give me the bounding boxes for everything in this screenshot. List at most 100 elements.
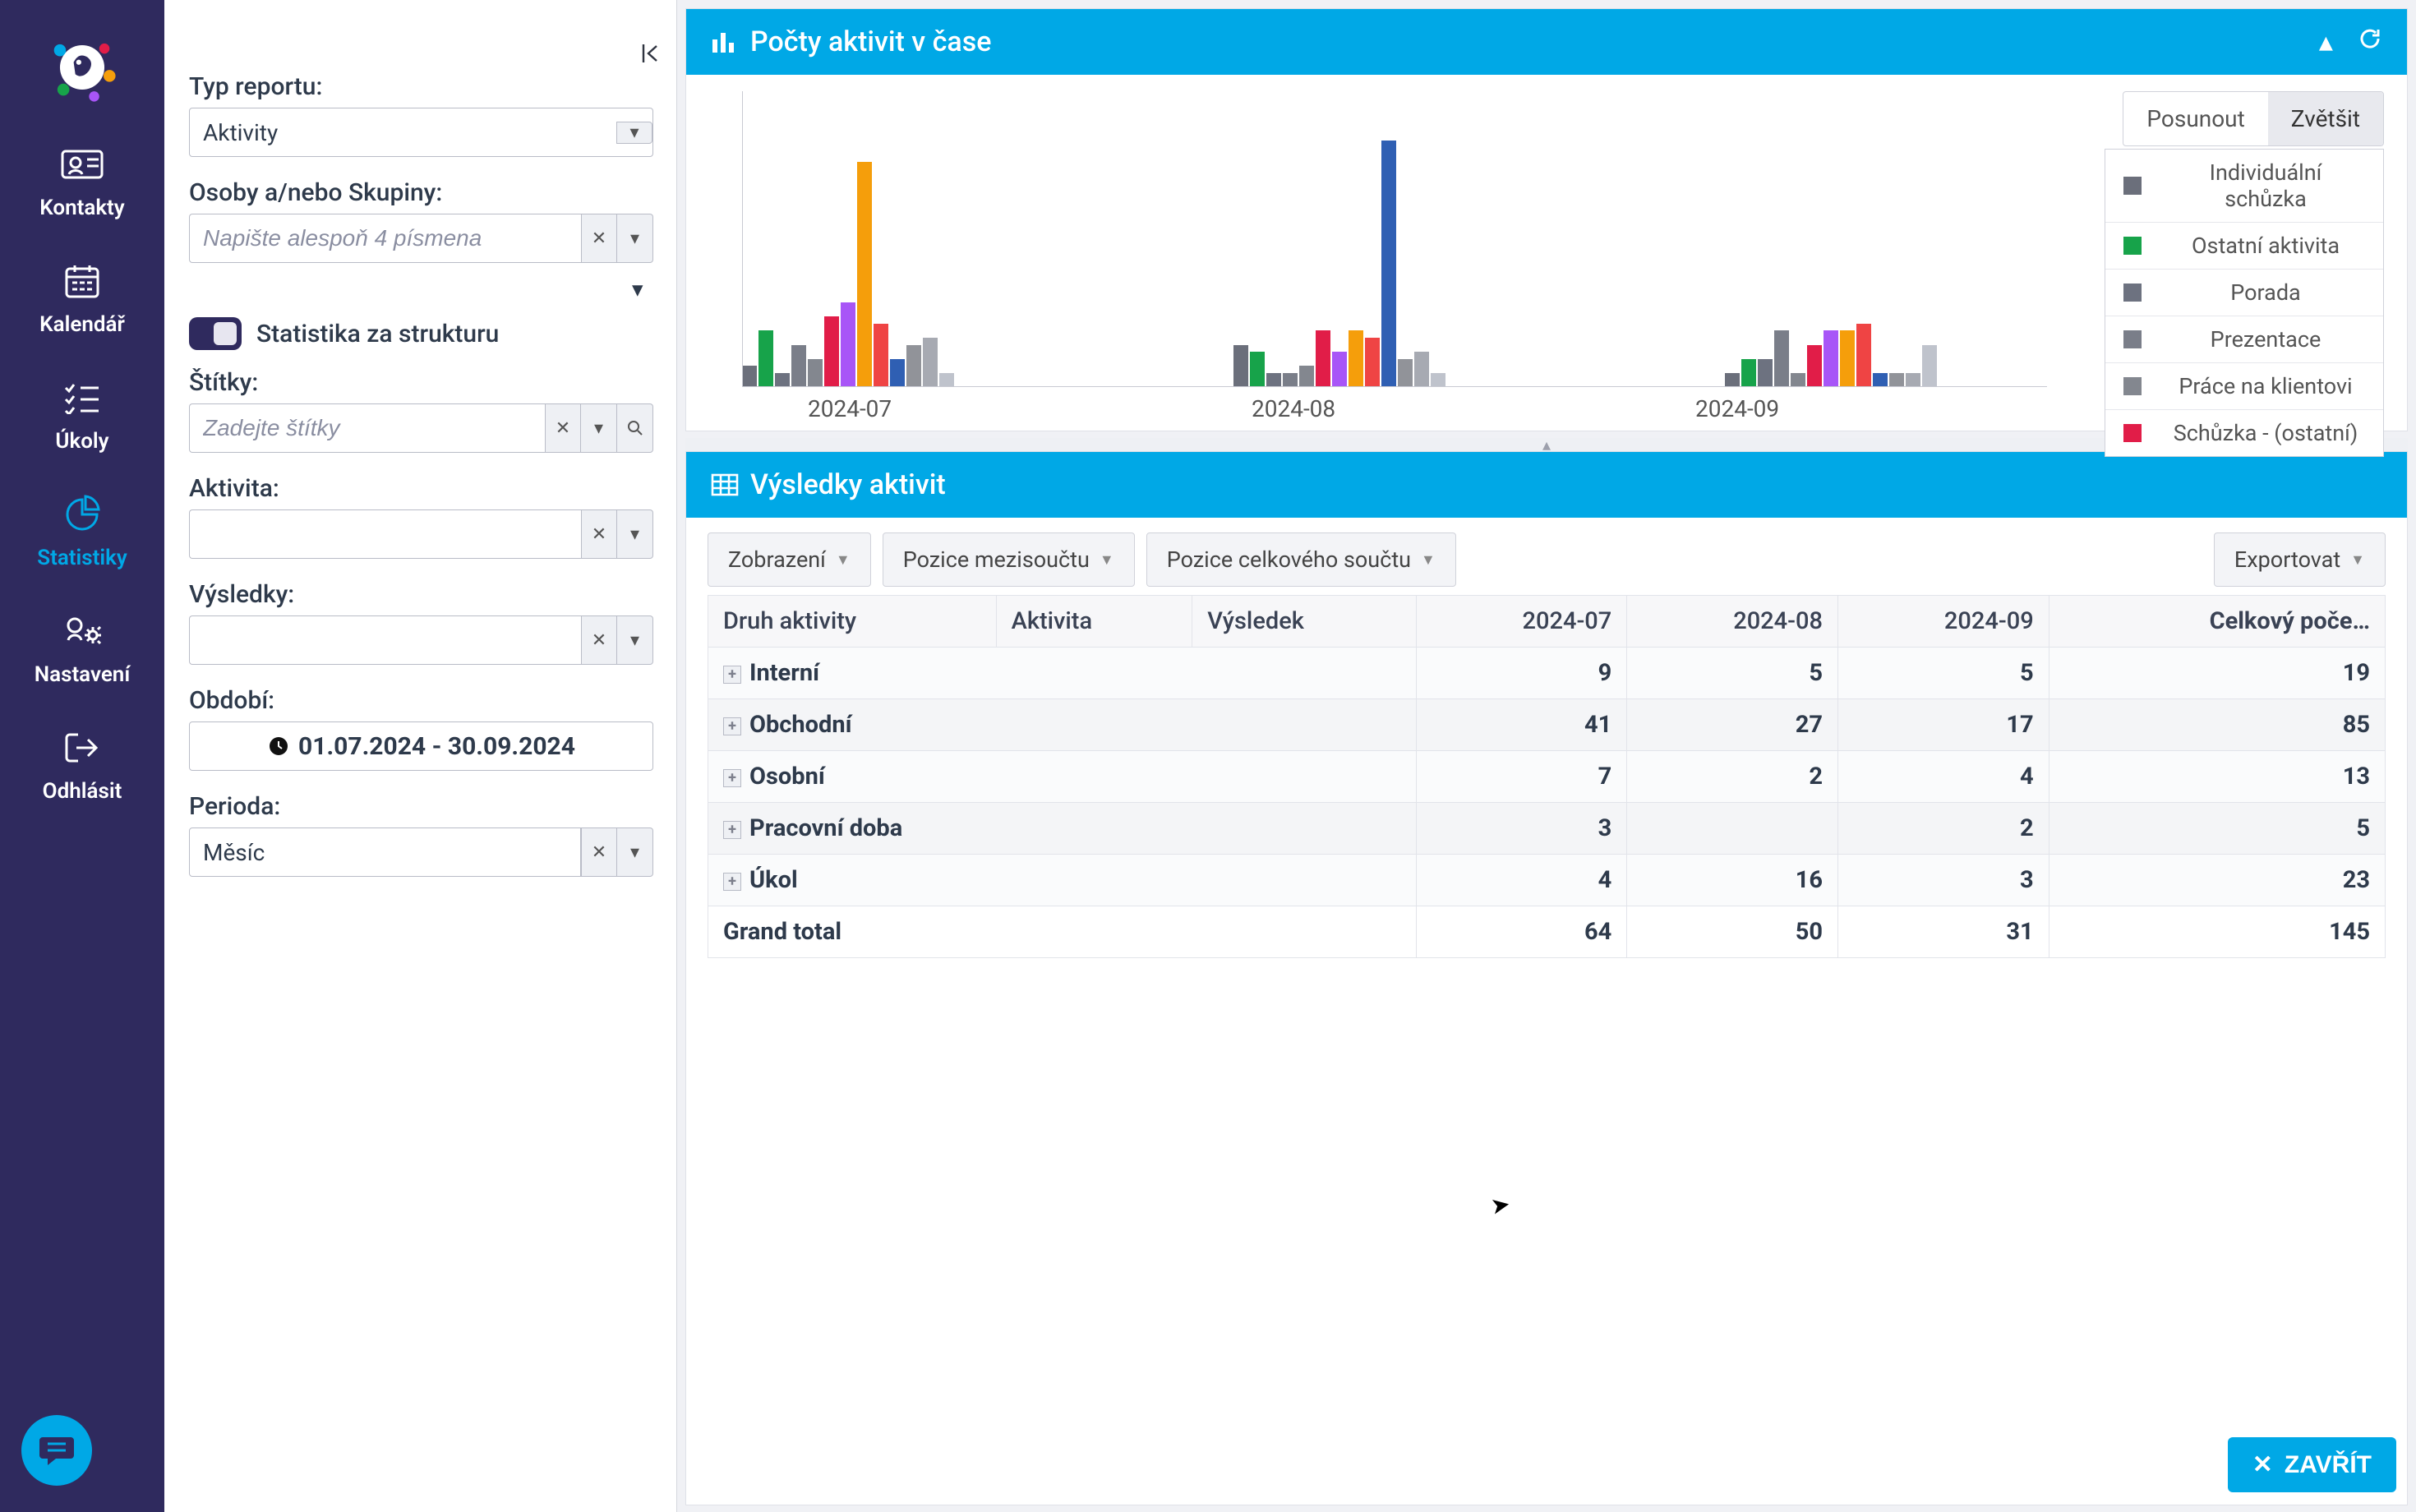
nav-kalendar[interactable]: Kalendář — [39, 258, 125, 337]
bar[interactable] — [1316, 330, 1330, 387]
btn-subtotal[interactable]: Pozice mezisoučtu▼ — [883, 532, 1135, 587]
bar[interactable] — [1381, 141, 1396, 387]
bar[interactable] — [824, 316, 839, 387]
report-type-select[interactable]: Aktivity ▾ — [189, 108, 653, 157]
results-input[interactable] — [189, 615, 581, 665]
bar[interactable] — [939, 373, 954, 387]
data-cell: 50 — [1627, 906, 1838, 958]
legend-item[interactable]: Ostatní aktivita — [2105, 223, 2383, 270]
clear-icon[interactable]: ✕ — [581, 827, 617, 877]
expand-icon[interactable]: + — [723, 717, 741, 735]
btn-export[interactable]: Exportovat▼ — [2214, 532, 2386, 587]
row-label-cell[interactable]: +Interní — [708, 648, 1417, 699]
bar[interactable] — [1398, 359, 1413, 387]
bar[interactable] — [1725, 373, 1740, 387]
structure-toggle[interactable] — [189, 317, 242, 350]
bar[interactable] — [1741, 359, 1756, 387]
clear-icon[interactable]: ✕ — [581, 509, 617, 559]
bar[interactable] — [1431, 373, 1445, 387]
bar[interactable] — [1233, 345, 1248, 387]
bar[interactable] — [1349, 330, 1363, 387]
expand-icon[interactable]: + — [723, 873, 741, 891]
chevron-down-icon[interactable]: ▾ — [581, 403, 617, 453]
btn-grandtotal[interactable]: Pozice celkového součtu▼ — [1146, 532, 1456, 587]
bar[interactable] — [1774, 330, 1789, 387]
bar[interactable] — [1889, 373, 1904, 387]
legend-item[interactable]: Práce na klientovi — [2105, 363, 2383, 410]
chevron-down-icon[interactable]: ▾ — [617, 615, 653, 665]
bar[interactable] — [906, 345, 921, 387]
collapse-sidebar-icon[interactable] — [639, 41, 663, 71]
bar[interactable] — [874, 324, 888, 387]
nav-statistiky[interactable]: Statistiky — [37, 491, 127, 570]
bar[interactable] — [1250, 352, 1265, 387]
chevron-down-icon[interactable]: ▾ — [617, 509, 653, 559]
nav-nastaveni[interactable]: Nastavení — [35, 608, 131, 687]
expand-icon[interactable]: + — [723, 666, 741, 684]
bar[interactable] — [1299, 366, 1314, 387]
bar[interactable] — [857, 162, 872, 387]
clear-icon[interactable]: ✕ — [581, 214, 617, 263]
bar[interactable] — [1758, 359, 1773, 387]
col-header[interactable]: 2024-07 — [1416, 596, 1627, 648]
col-header[interactable]: Výsledek — [1192, 596, 1416, 648]
bar[interactable] — [1922, 345, 1937, 387]
col-header[interactable]: 2024-09 — [1837, 596, 2049, 648]
chevron-down-icon[interactable]: ▾ — [617, 827, 653, 877]
search-icon[interactable] — [617, 403, 653, 453]
people-input[interactable] — [189, 214, 581, 263]
expand-icon[interactable]: + — [723, 769, 741, 787]
bar[interactable] — [808, 359, 823, 387]
bar[interactable] — [1840, 330, 1855, 387]
activity-input[interactable] — [189, 509, 581, 559]
row-label-cell[interactable]: +Pracovní doba — [708, 803, 1417, 855]
expand-icon[interactable]: + — [723, 821, 741, 839]
bar[interactable] — [791, 345, 806, 387]
legend-item[interactable]: Porada — [2105, 270, 2383, 316]
bar[interactable] — [1824, 330, 1838, 387]
btn-view[interactable]: Zobrazení▼ — [708, 532, 871, 587]
row-label-cell[interactable]: +Osobní — [708, 751, 1417, 803]
bar[interactable] — [742, 366, 757, 387]
tags-input[interactable] — [189, 403, 545, 453]
bar[interactable] — [1807, 345, 1822, 387]
collapse-up-icon[interactable]: ▴ — [2319, 25, 2333, 58]
chevron-down-icon[interactable]: ▾ — [616, 122, 652, 144]
nav-ukoly[interactable]: Úkoly — [55, 375, 108, 454]
bar[interactable] — [1365, 338, 1380, 387]
row-label-cell[interactable]: +Obchodní — [708, 699, 1417, 751]
clock-icon — [267, 735, 290, 758]
bar[interactable] — [841, 302, 855, 387]
period-picker[interactable]: 01.07.2024 - 30.09.2024 — [189, 721, 653, 771]
close-button[interactable]: ✕ ZAVŘÍT — [2228, 1437, 2396, 1492]
col-header[interactable]: Aktivita — [996, 596, 1192, 648]
legend-item[interactable]: Schůzka - (ostatní) — [2105, 410, 2383, 456]
bar[interactable] — [890, 359, 905, 387]
chevron-down-icon[interactable]: ▾ — [632, 276, 652, 296]
nav-odhlasit[interactable]: Odhlásit — [43, 725, 122, 804]
bar[interactable] — [1414, 352, 1429, 387]
legend-item[interactable]: Prezentace — [2105, 316, 2383, 363]
chat-fab[interactable] — [21, 1415, 92, 1486]
bar[interactable] — [923, 338, 938, 387]
refresh-icon[interactable] — [2358, 25, 2382, 58]
col-header[interactable]: Celkový poče… — [2049, 596, 2385, 648]
bar[interactable] — [775, 373, 790, 387]
col-header[interactable]: Druh aktivity — [708, 596, 997, 648]
bar[interactable] — [1873, 373, 1888, 387]
bar[interactable] — [1906, 373, 1920, 387]
clear-icon[interactable]: ✕ — [581, 615, 617, 665]
bar[interactable] — [1856, 324, 1871, 387]
nav-kontakty[interactable]: Kontakty — [39, 141, 124, 220]
chevron-down-icon[interactable]: ▾ — [617, 214, 653, 263]
periodicity-select[interactable]: Měsíc — [189, 827, 581, 877]
bar[interactable] — [1332, 352, 1347, 387]
col-header[interactable]: 2024-08 — [1627, 596, 1838, 648]
bar[interactable] — [1283, 373, 1298, 387]
bar[interactable] — [1266, 373, 1281, 387]
bar[interactable] — [1791, 373, 1805, 387]
clear-icon[interactable]: ✕ — [545, 403, 581, 453]
row-label-cell[interactable]: +Úkol — [708, 855, 1417, 906]
legend-item[interactable]: Individuální schůzka — [2105, 150, 2383, 223]
bar[interactable] — [758, 330, 773, 387]
